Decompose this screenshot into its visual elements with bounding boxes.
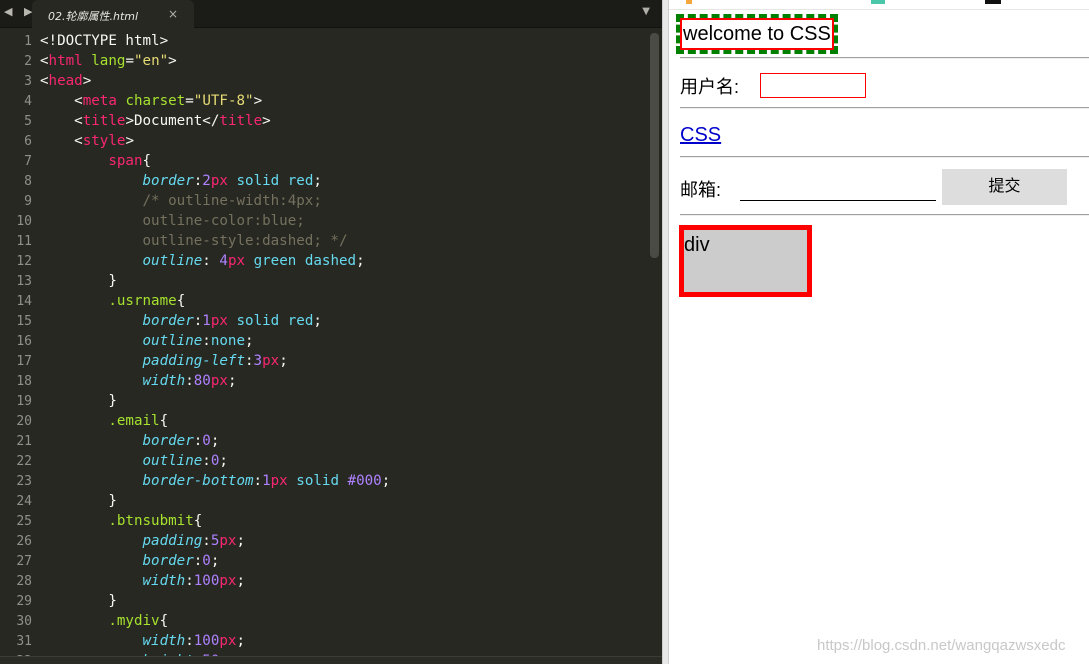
code-line: 24 }: [0, 491, 648, 511]
line-number: 18: [16, 374, 32, 389]
line-number: 5: [24, 114, 32, 129]
email-input[interactable]: [740, 176, 936, 201]
line-number: 2: [24, 54, 32, 69]
pane-splitter[interactable]: [662, 0, 669, 664]
tab-bar: ◀ ▶ 02.轮廓属性.html × ▼: [0, 0, 662, 29]
line-number: 17: [16, 354, 32, 369]
code-line: 2 <html lang="en">: [0, 51, 648, 71]
code-line: 20 .email{: [0, 411, 648, 431]
code-line: 29 }: [0, 591, 648, 611]
toolbar-icon[interactable]: [985, 0, 1001, 4]
code-editor[interactable]: ◀ ▶ 02.轮廓属性.html × ▼ 1 <!DOCTYPE html> 2 <…: [0, 0, 662, 664]
code-line: 23 border-bottom:1px solid #000;: [0, 471, 648, 491]
code-line: 10 outline-color:blue;: [0, 211, 648, 231]
line-number: 4: [24, 94, 32, 109]
code-line: 12 outline: 4px green dashed;: [0, 251, 648, 271]
status-bar: [0, 656, 662, 664]
line-number: 26: [16, 534, 32, 549]
horizontal-rule: [680, 107, 1089, 109]
toolbar-icon[interactable]: [871, 0, 885, 4]
browser-preview: welcome to CSS 用户名: CSS 邮箱: 提交 div https…: [669, 0, 1089, 664]
line-number: 9: [24, 194, 32, 209]
line-number: 16: [16, 334, 32, 349]
line-number: 11: [16, 234, 32, 249]
code-line: 1 <!DOCTYPE html>: [0, 31, 648, 51]
close-icon[interactable]: ×: [168, 7, 178, 21]
code-line: 17 padding-left:3px;: [0, 351, 648, 371]
code-area[interactable]: 1 <!DOCTYPE html> 2 <html lang="en"> 3 <hea…: [0, 31, 648, 664]
watermark: https://blog.csdn.net/wangqazwsxedc: [817, 637, 1066, 654]
line-number: 30: [16, 614, 32, 629]
code-line: 19 }: [0, 391, 648, 411]
line-number: 29: [16, 594, 32, 609]
line-number: 22: [16, 454, 32, 469]
line-number: 1: [24, 34, 32, 49]
horizontal-rule: [680, 214, 1089, 216]
browser-toolbar-strip: [669, 0, 1089, 10]
line-number: 20: [16, 414, 32, 429]
code-line: 31 width:100px;: [0, 631, 648, 651]
code-line: 21 border:0;: [0, 431, 648, 451]
code-line: 11 outline-style:dashed; */: [0, 231, 648, 251]
horizontal-rule: [680, 57, 1089, 59]
mydiv-box: div: [679, 225, 812, 297]
line-number: 24: [16, 494, 32, 509]
tab-dropdown-icon[interactable]: ▼: [642, 6, 650, 17]
code-line: 4 <meta charset="UTF-8">: [0, 91, 648, 111]
code-line: 14 .usrname{: [0, 291, 648, 311]
line-number: 7: [24, 154, 32, 169]
code-line: 5 <title>Document</title>: [0, 111, 648, 131]
tab-file[interactable]: 02.轮廓属性.html ×: [32, 0, 194, 29]
code-line: 15 border:1px solid red;: [0, 311, 648, 331]
code-line: 16 outline:none;: [0, 331, 648, 351]
line-number: 25: [16, 514, 32, 529]
line-number: 6: [24, 134, 32, 149]
code-line: 22 outline:0;: [0, 451, 648, 471]
scrollbar-thumb[interactable]: [650, 33, 659, 258]
code-line: 30 .mydiv{: [0, 611, 648, 631]
welcome-span: welcome to CSS: [676, 14, 838, 54]
code-line: 25 .btnsubmit{: [0, 511, 648, 531]
code-line: 26 padding:5px;: [0, 531, 648, 551]
line-number: 8: [24, 174, 32, 189]
line-number: 13: [16, 274, 32, 289]
line-number: 28: [16, 574, 32, 589]
code-line: 27 border:0;: [0, 551, 648, 571]
horizontal-rule: [680, 156, 1089, 158]
email-label: 邮箱:: [680, 180, 722, 200]
code-line: 9 /* outline-width:4px;: [0, 191, 648, 211]
line-number: 3: [24, 74, 32, 89]
code-line: 7 span{: [0, 151, 648, 171]
line-number: 12: [16, 254, 32, 269]
line-number: 21: [16, 434, 32, 449]
code-line: 6 <style>: [0, 131, 648, 151]
line-number: 27: [16, 554, 32, 569]
toolbar-icon[interactable]: [686, 0, 692, 4]
line-number: 14: [16, 294, 32, 309]
line-number: 10: [16, 214, 32, 229]
line-number: 31: [16, 634, 32, 649]
tab-filename: 02.轮廓属性.html: [48, 10, 139, 23]
code-line: 13 }: [0, 271, 648, 291]
code-line: 8 border:2px solid red;: [0, 171, 648, 191]
code-line: 3 <head>: [0, 71, 648, 91]
submit-button[interactable]: 提交: [942, 169, 1067, 205]
username-input[interactable]: [760, 73, 866, 98]
line-number: 15: [16, 314, 32, 329]
line-number: 23: [16, 474, 32, 489]
username-label: 用户名:: [680, 77, 740, 97]
line-number: 19: [16, 394, 32, 409]
css-link[interactable]: CSS: [680, 124, 721, 147]
code-line: 28 width:100px;: [0, 571, 648, 591]
code-line: 18 width:80px;: [0, 371, 648, 391]
